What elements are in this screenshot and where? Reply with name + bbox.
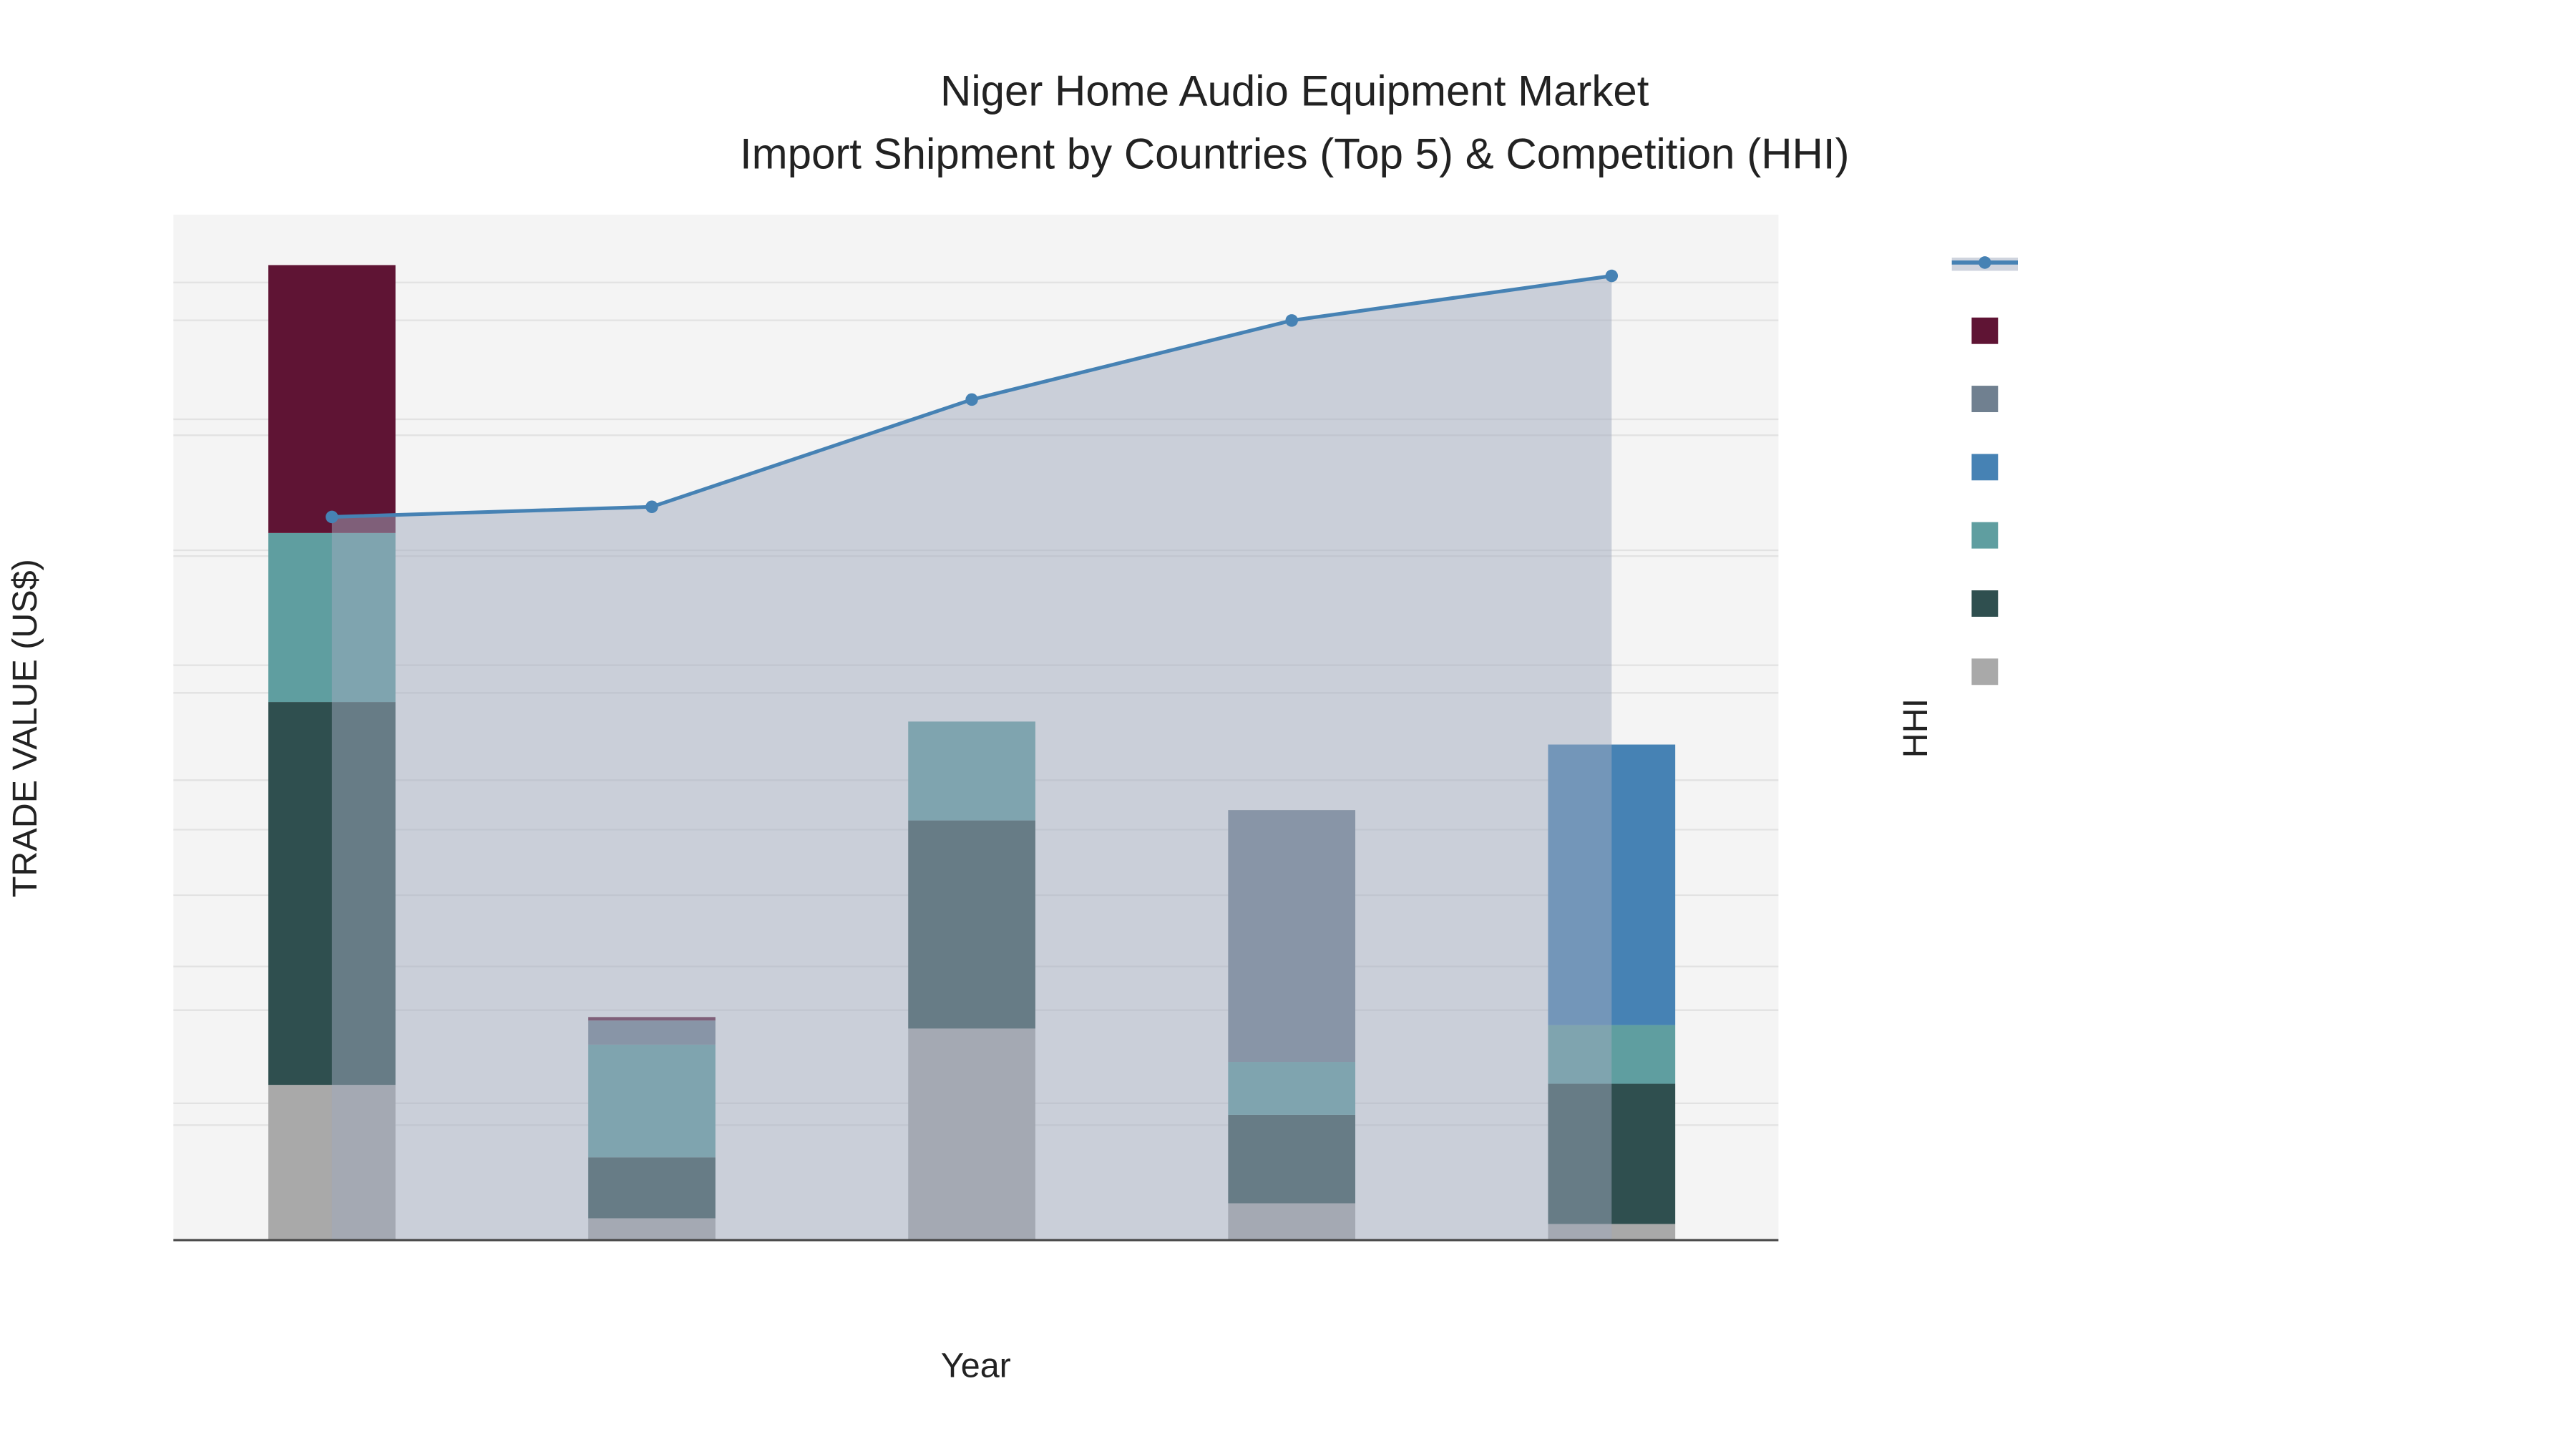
legend-swatch — [1971, 386, 1999, 412]
legend-item-china[interactable] — [1971, 590, 1999, 617]
y-axis-label: TRADE VALUE (US$) — [6, 559, 44, 897]
hhi-point-2022[interactable] — [965, 393, 978, 406]
legend-item-united-states-of-america[interactable] — [1971, 386, 1999, 412]
legend-swatch — [1971, 658, 1999, 686]
y2-axis-label: HHI — [1896, 698, 1935, 758]
legend-swatch — [1971, 317, 1999, 344]
bar-turkey-2020[interactable] — [268, 265, 396, 533]
legend-item-others[interactable] — [1971, 658, 1999, 686]
hhi-point-2024[interactable] — [1605, 269, 1619, 283]
chart-title: Niger Home Audio Equipment Market — [940, 67, 1649, 115]
legend-item-turkey[interactable] — [1971, 317, 1999, 344]
hhi-point-2023[interactable] — [1285, 314, 1298, 327]
legend-item-france[interactable] — [1971, 522, 1999, 549]
legend-item-hhi[interactable] — [1951, 256, 2018, 271]
chart: Niger Home Audio Equipment Market Import… — [6, 67, 2018, 1385]
legend-item-togo[interactable] — [1971, 454, 1999, 481]
legend-swatch — [1971, 454, 1999, 481]
legend-swatch — [1971, 522, 1999, 549]
hhi-point-2021[interactable] — [645, 500, 658, 514]
chart-subtitle: Import Shipment by Countries (Top 5) & C… — [740, 130, 1850, 177]
hhi-point-2020[interactable] — [326, 510, 338, 524]
x-axis-label: Year — [941, 1347, 1011, 1385]
legend-hhi-marker — [1979, 256, 1991, 269]
legend-swatch — [1971, 590, 1999, 617]
